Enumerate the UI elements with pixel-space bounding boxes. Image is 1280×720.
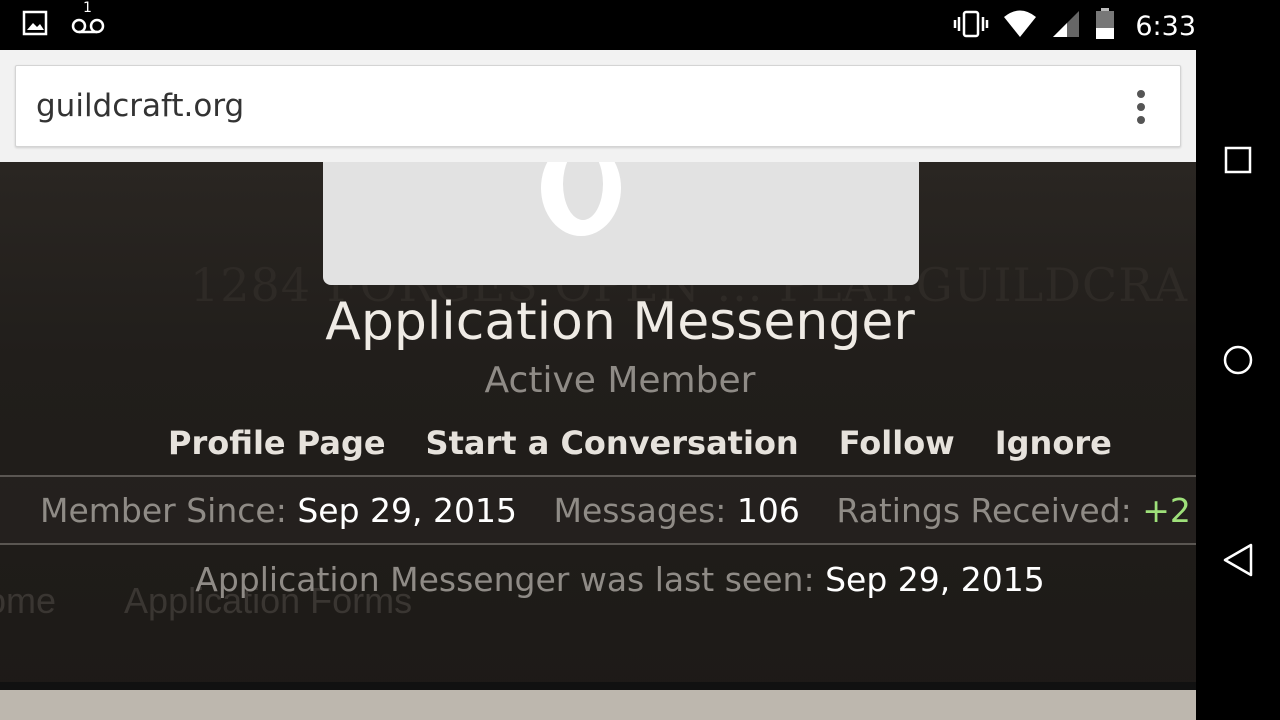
start-conversation-link[interactable]: Start a Conversation xyxy=(426,424,799,462)
profile-links: Profile Page Start a Conversation Follow… xyxy=(168,424,1112,462)
member-title: Active Member xyxy=(484,360,756,401)
recents-icon[interactable] xyxy=(1216,138,1260,182)
system-nav-bar xyxy=(1196,0,1280,720)
last-seen: Application Messenger was last seen: Sep… xyxy=(0,560,1196,599)
url-bar[interactable]: guildcraft.org xyxy=(15,65,1181,147)
last-seen-value: Sep 29, 2015 xyxy=(825,560,1045,599)
member-stats: Member Since: Sep 29, 2015 Messages: 106… xyxy=(0,475,1196,545)
ratings-label: Ratings Received: xyxy=(836,491,1132,530)
page-content: 1284 FORGES OPEN ... PLAY.GUILDCRA ome A… xyxy=(0,162,1196,720)
back-icon[interactable] xyxy=(1216,538,1260,582)
url-text[interactable]: guildcraft.org xyxy=(36,88,244,124)
clock: 6:33 xyxy=(1135,10,1196,42)
member-name: Application Messenger xyxy=(325,292,915,352)
signal-icon xyxy=(1051,9,1081,43)
voicemail-count: 1 xyxy=(83,0,92,16)
content-divider xyxy=(0,682,1196,690)
ignore-link[interactable]: Ignore xyxy=(995,424,1112,462)
status-bar: 1 6:33 xyxy=(0,0,1196,50)
messages-value[interactable]: 106 xyxy=(737,491,800,530)
wifi-icon xyxy=(1003,10,1037,42)
browser-toolbar: guildcraft.org xyxy=(0,50,1196,162)
messages-label: Messages: xyxy=(553,491,727,530)
member-since-value: Sep 29, 2015 xyxy=(297,491,517,530)
image-icon xyxy=(22,10,48,40)
page-footer-strip xyxy=(0,690,1196,720)
avatar[interactable] xyxy=(323,162,919,285)
last-seen-label: Application Messenger was last seen: xyxy=(195,560,815,599)
avatar-logo-icon xyxy=(541,162,621,236)
more-vert-icon[interactable] xyxy=(1126,86,1156,128)
profile-page-link[interactable]: Profile Page xyxy=(168,424,386,462)
member-since-label: Member Since: xyxy=(40,491,287,530)
ratings-positive[interactable]: +2 xyxy=(1142,491,1191,530)
home-icon[interactable] xyxy=(1216,338,1260,382)
follow-link[interactable]: Follow xyxy=(839,424,955,462)
vibrate-icon xyxy=(953,9,989,43)
voicemail-icon: 1 xyxy=(70,0,106,40)
battery-icon xyxy=(1095,8,1115,44)
